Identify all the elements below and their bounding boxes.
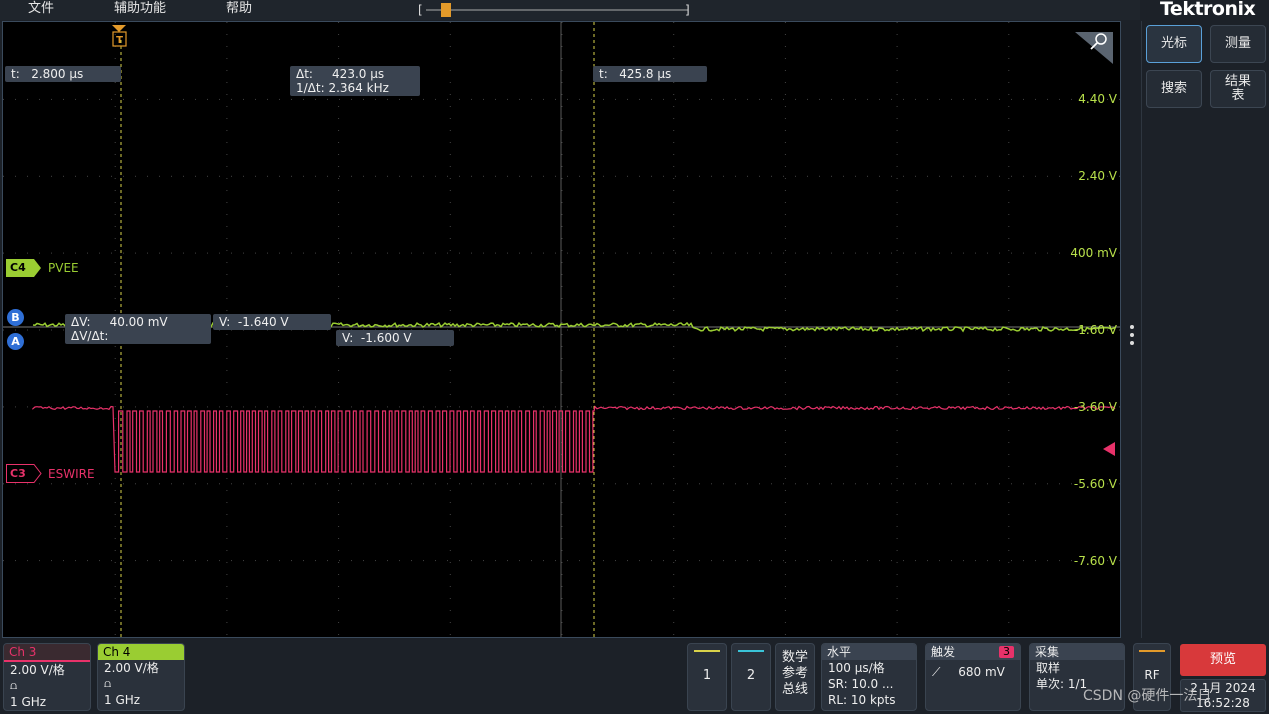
menu-file[interactable]: 文件 (28, 0, 54, 18)
menu-bar: 文件 辅助功能 帮助 [ ] (0, 0, 1140, 20)
vscale-label: -7.60 V (1073, 554, 1117, 568)
cursor-time-1-readout: t: 2.800 μs (5, 66, 121, 82)
zoom-corner-icon (1075, 32, 1113, 64)
horizontal-position-scroller[interactable]: [ ] (418, 2, 696, 18)
brand-logo: Tektronix (1160, 0, 1256, 20)
watermark: CSDN @硬件一法日 (1083, 688, 1212, 704)
ref1-badge[interactable]: 1 (687, 643, 727, 711)
delta-voltage-readout: ΔV: 40.00 mV ΔV/Δt: (65, 314, 211, 344)
cursor-b-marker[interactable]: B (7, 309, 24, 326)
ch3-name: ESWIRE (48, 467, 95, 481)
menu-assist[interactable]: 辅助功能 (114, 0, 166, 18)
ref1-label: 1 (702, 668, 712, 683)
svg-text:[: [ (418, 3, 423, 17)
voltage-b-readout: V: -1.600 V (336, 330, 454, 346)
ref-label: 参考 (781, 666, 808, 681)
vscale-label: 2.40 V (1078, 169, 1117, 183)
ch3-tag: C3 (10, 467, 26, 480)
trigger-level-line: ⟋ 680 mV (926, 664, 1020, 680)
results-table-button[interactable]: 结果 表 (1210, 70, 1266, 108)
ch3-trace (32, 405, 1116, 473)
preview-button[interactable]: 预览 (1180, 644, 1266, 676)
trigger-title: 触发 (931, 645, 956, 659)
math-ref-bus-button[interactable]: 数学 参考 总线 (775, 643, 815, 711)
panel-expand-handle[interactable] (1128, 323, 1136, 349)
vscale-label: -3.60 V (1073, 400, 1117, 414)
math-label: 数学 (781, 650, 808, 665)
ch3-badge-title: Ch 3 (4, 644, 90, 662)
ref2-color-bar (738, 650, 764, 652)
svg-text:T: T (116, 35, 123, 46)
cursor-time-2-readout: t: 425.8 μs (593, 66, 707, 82)
rf-color-bar (1139, 650, 1165, 652)
horizontal-scale: 100 μs/格 (828, 661, 885, 675)
trigger-source: 3 (999, 646, 1014, 658)
ref1-color-bar (694, 650, 720, 652)
ch4-badge[interactable]: Ch 4 2.00 V/格 ⩍ 1 GHz (97, 643, 185, 711)
vscale-label: 4.40 V (1078, 92, 1117, 106)
search-button[interactable]: 搜索 (1146, 70, 1202, 108)
voltage-a-readout: V: -1.640 V (213, 314, 331, 330)
trigger-header: 触发 3 (926, 644, 1020, 660)
horizontal-badge[interactable]: 水平 100 μs/格 SR: 10.0 ... RL: 10 kpts (821, 643, 917, 711)
vscale-label: -1.60 V (1073, 323, 1117, 337)
ref2-label: 2 (746, 668, 756, 683)
rising-edge-icon: ⟋ (932, 665, 941, 679)
results-label-line2: 表 (1231, 88, 1245, 103)
results-label-line1: 结果 (1224, 74, 1251, 89)
record-length: RL: 10 kpts (828, 693, 896, 707)
ch3-coupling-icon: ⩍ (10, 679, 18, 692)
ch4-badge-title: Ch 4 (98, 644, 184, 660)
ref2-badge[interactable]: 2 (731, 643, 771, 711)
trigger-badge[interactable]: 触发 3 ⟋ 680 mV (925, 643, 1021, 711)
right-panel: 光标 测量 搜索 结果 表 (1130, 21, 1269, 638)
bus-label: 总线 (781, 682, 808, 697)
ch4-name: PVEE (48, 261, 79, 275)
cursor-a-marker[interactable]: A (7, 333, 24, 350)
acquire-title: 采集 (1030, 644, 1124, 660)
horizontal-title: 水平 (822, 644, 916, 660)
ch4-scale: 2.00 V/格 (104, 661, 159, 675)
delta-time-readout: Δt: 423.0 μs 1/Δt: 2.364 kHz (290, 66, 420, 96)
ch3-badge[interactable]: Ch 3 2.00 V/格 ⩍ 1 GHz (3, 643, 91, 711)
svg-text:]: ] (685, 3, 690, 17)
acquire-mode: 取样 (1036, 661, 1061, 675)
trigger-marker: T (112, 25, 127, 47)
rf-label: RF (1144, 668, 1160, 682)
trigger-level: 680 mV (958, 665, 1005, 679)
waveform-display[interactable]: T t: 2.800 μs Δt: 423.0 μs 1/Δt: 2.364 k… (2, 21, 1121, 638)
ch4-tag: C4 (10, 261, 26, 274)
measure-button[interactable]: 测量 (1210, 25, 1266, 63)
cursor-button[interactable]: 光标 (1146, 25, 1202, 63)
menu-help[interactable]: 帮助 (226, 0, 252, 18)
ch4-coupling-icon: ⩍ (104, 677, 112, 690)
sample-rate: SR: 10.0 ... (828, 677, 894, 691)
ch4-bandwidth: 1 GHz (104, 693, 141, 707)
trigger-level-arrow (1103, 442, 1115, 456)
vscale-label: 400 mV (1070, 246, 1117, 260)
ch3-scale: 2.00 V/格 (10, 663, 65, 677)
vscale-label: -5.60 V (1073, 477, 1117, 491)
ch3-bandwidth: 1 GHz (10, 695, 47, 709)
